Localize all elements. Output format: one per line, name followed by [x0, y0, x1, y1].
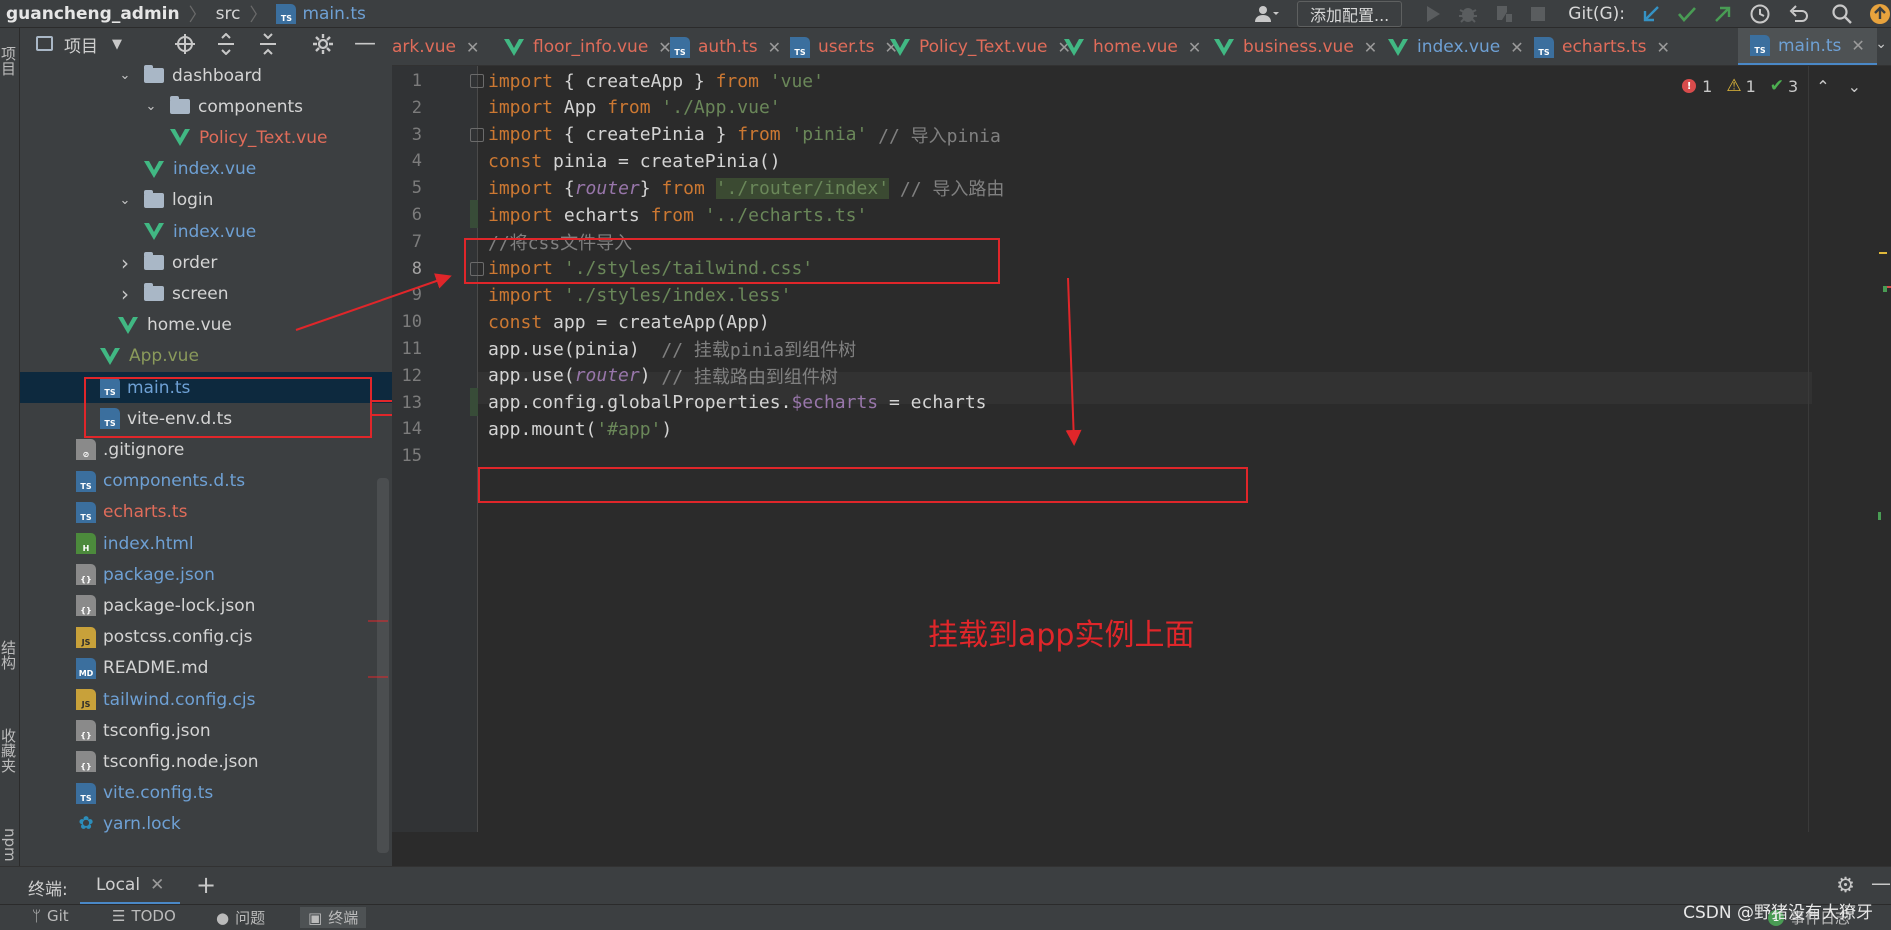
gear-icon[interactable]: ⚙ [1836, 873, 1855, 897]
status-terminal[interactable]: ▣ 终端 [300, 907, 367, 928]
arrow-to-global-properties [1065, 277, 1082, 446]
status-git[interactable]: ᛘ Git [32, 907, 69, 925]
info-icon: ● [216, 908, 230, 927]
status-problems[interactable]: ● 问题 [216, 907, 265, 928]
close-icon[interactable]: ✕ [150, 875, 164, 895]
status-todo-label: TODO [131, 907, 176, 925]
branch-icon: ᛘ [32, 907, 42, 925]
annotation-arrows [295, 273, 1082, 678]
list-icon: ☰ [112, 907, 126, 925]
terminal-tool-bar: 终端: Local ✕ + ⚙ — [0, 866, 1891, 905]
minimize-icon[interactable]: — [1871, 871, 1891, 895]
status-terminal-label: 终端 [328, 909, 359, 927]
terminal-icon: ▣ [308, 908, 323, 927]
new-terminal-icon[interactable]: + [196, 871, 216, 899]
status-bar: ᛘ Git ☰ TODO ● 问题 ▣ 终端 1 事件日志 [0, 904, 1891, 930]
status-problems-label: 问题 [235, 909, 266, 927]
terminal-tab-local[interactable]: Local ✕ [80, 867, 180, 905]
terminal-label: 终端: [28, 880, 68, 900]
arrow-to-import [295, 273, 452, 331]
ide-window: guancheng_admin 〉 src 〉 TS main.ts 添加配置.… [0, 0, 1891, 930]
watermark: CSDN @野猪没有大獠牙 [1683, 903, 1873, 923]
status-todo[interactable]: ☰ TODO [112, 907, 176, 925]
annotation-text: 挂载到app实例上面 [928, 618, 1195, 653]
terminal-tab-label: Local [96, 874, 141, 895]
status-git-label: Git [47, 907, 69, 925]
